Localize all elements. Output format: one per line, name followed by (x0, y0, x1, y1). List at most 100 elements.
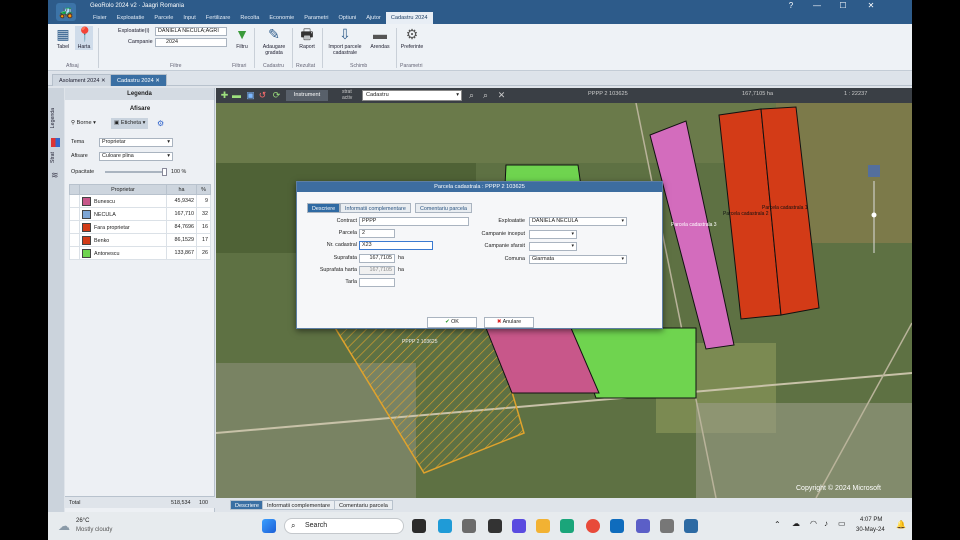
row-checkbox[interactable] (69, 207, 80, 221)
color-swatch[interactable] (82, 196, 91, 206)
row-checkbox[interactable] (69, 233, 80, 247)
app-icon-3[interactable] (488, 519, 502, 533)
app-icon-5[interactable] (684, 519, 698, 533)
dialog-tab-comentariu[interactable]: Comentariu parcela (415, 203, 473, 213)
suprafata-field[interactable]: 167,7105 (359, 254, 395, 263)
harta-button[interactable]: 📍 Harta (75, 26, 93, 50)
battery-icon[interactable]: ▭ (838, 519, 846, 528)
task-view-icon[interactable] (412, 519, 426, 533)
menu-exploatatie[interactable]: Exploatatie (112, 12, 150, 24)
parcela-field[interactable]: 2 (359, 229, 395, 238)
nr-cadastral-field[interactable]: X23 (359, 241, 433, 250)
menu-ajutor[interactable]: Ajutor (361, 12, 386, 24)
exploatatie-dialog-select[interactable]: DANIELA NECULA ▾ (529, 217, 627, 226)
refresh-icon[interactable]: ⟳ (271, 90, 282, 101)
legend-row[interactable]: Benko 86,1529 17 (69, 233, 211, 247)
campanie-inceput-select[interactable]: ▾ (529, 230, 577, 239)
row-checkbox[interactable] (69, 194, 80, 208)
close-icon[interactable]: ✕ (101, 78, 106, 84)
weather-temp[interactable]: 26°C (76, 518, 89, 524)
zoom-in-icon[interactable]: ✚ (219, 90, 230, 101)
save-icon[interactable]: ▣ (245, 90, 256, 101)
side-tab-strat[interactable]: Strat (50, 152, 56, 163)
campanie-select[interactable]: 2024 (155, 38, 227, 47)
tarla-field[interactable] (359, 278, 395, 287)
weather-desc[interactable]: Mostly cloudy (76, 527, 112, 533)
app-icon-4[interactable] (512, 519, 526, 533)
teams-icon[interactable] (636, 519, 650, 533)
bottom-tab-descriere[interactable]: Descriere (230, 500, 264, 510)
menu-fisier[interactable]: Fisier (88, 12, 112, 24)
layers-color-icon[interactable] (51, 138, 60, 147)
exploatatie-select[interactable]: DANIELA NECULA;AGRI (155, 27, 227, 36)
adaugare-gradata-button[interactable]: ✎ Adaugare gradata (258, 26, 290, 56)
cloud-sync-icon[interactable]: ☁ (792, 519, 800, 528)
maximize-button[interactable]: ☐ (830, 0, 856, 12)
strat-activ-select[interactable]: Cadastru ▾ (362, 90, 462, 101)
row-checkbox[interactable] (69, 220, 80, 234)
clock-time[interactable]: 4:07 PM (860, 517, 882, 523)
comuna-select[interactable]: Giarmata ▾ (529, 255, 627, 264)
minimize-button[interactable]: — (804, 0, 830, 12)
dialog-tab-descriere[interactable]: Descriere (307, 203, 341, 213)
menu-economie[interactable]: Economie (264, 12, 299, 24)
close-button[interactable]: ✕ (856, 0, 886, 12)
import-parcele-button[interactable]: ⇩ Import parcele cadastrale (326, 26, 364, 56)
menu-cadastru-2024[interactable]: Cadastru 2024 (385, 12, 433, 24)
legend-row[interactable]: Antonescu 133,867 26 (69, 246, 211, 260)
notification-bell-icon[interactable]: 🔔 (896, 520, 906, 529)
col-ha[interactable]: ha (166, 184, 197, 195)
cloud-icon[interactable]: ☁ (58, 519, 70, 533)
select-all-checkbox[interactable] (69, 184, 80, 195)
bottom-tab-informatii[interactable]: Informatii complementare (262, 500, 336, 510)
chevron-up-icon[interactable]: ⌃ (774, 520, 781, 529)
borne-toggle[interactable]: ⚲ Borne ▾ (71, 118, 96, 129)
col-proprietar[interactable]: Proprietar (79, 184, 167, 195)
app-icon-1[interactable] (438, 519, 452, 533)
help-button[interactable]: ? (778, 0, 804, 12)
taskbar-search[interactable]: ⌕ Search (284, 518, 404, 534)
zoom-search-icon[interactable]: ⌕ (480, 90, 491, 101)
preferinte-button[interactable]: ⚙ Preferinte (398, 26, 426, 50)
row-checkbox[interactable] (69, 246, 80, 260)
menu-input[interactable]: Input (178, 12, 200, 24)
color-swatch[interactable] (82, 209, 91, 219)
menu-recolta[interactable]: Recolta (235, 12, 264, 24)
tab-cadastru-2024[interactable]: Cadastru 2024 ✕ (110, 74, 167, 86)
legend-row[interactable]: Bunescu 45,9342 9 (69, 194, 211, 208)
color-swatch[interactable] (82, 235, 91, 245)
instrument-button[interactable]: Instrument (286, 90, 328, 101)
search-map-icon[interactable]: ⌕ (466, 90, 477, 101)
contract-field[interactable]: PPPP (359, 217, 469, 226)
tema-select[interactable]: Proprietar ▾ (99, 138, 173, 147)
raport-button[interactable]: 🖶 Raport (296, 26, 318, 50)
filtru-button[interactable]: ▼ Filtru (234, 26, 250, 50)
eticheta-toggle[interactable]: ▣ Eticheta ▾ (111, 118, 149, 129)
wifi-icon[interactable]: ◠ (810, 519, 817, 528)
zoom-slider-handle[interactable] (871, 212, 877, 218)
app-icon-2[interactable] (462, 519, 476, 533)
speaker-icon[interactable]: ♪ (824, 519, 828, 528)
menu-parametri[interactable]: Parametri (299, 12, 333, 24)
campanie-sfarsit-select[interactable]: ▾ (529, 242, 577, 251)
settings-gear-icon[interactable]: ⚙ (157, 118, 164, 129)
opacity-slider-handle[interactable] (162, 168, 167, 176)
dialog-tab-informatii[interactable]: Informatii complementare (340, 203, 411, 213)
stack-icon[interactable]: ≋ (51, 170, 59, 181)
afisare-select[interactable]: Culoare plina ▾ (99, 152, 173, 161)
menu-optiuni[interactable]: Optiuni (333, 12, 361, 24)
tabel-button[interactable]: ▦ Tabel (54, 26, 72, 50)
zoom-control-icon[interactable] (868, 165, 880, 177)
clock-date[interactable]: 30-May-24 (856, 527, 885, 533)
opacity-slider-track[interactable] (105, 171, 165, 173)
outlook-icon[interactable] (610, 519, 624, 533)
col-pct[interactable]: % (196, 184, 211, 195)
chrome-icon[interactable] (586, 519, 600, 533)
color-swatch[interactable] (82, 248, 91, 258)
anulare-button[interactable]: ✖ Anulare (484, 317, 534, 328)
menu-parcele[interactable]: Parcele (149, 12, 178, 24)
edge-icon[interactable] (560, 519, 574, 533)
color-swatch[interactable] (82, 222, 91, 232)
legend-row[interactable]: NECULA 167,710 32 (69, 207, 211, 221)
ok-button[interactable]: ✔ OK (427, 317, 477, 328)
